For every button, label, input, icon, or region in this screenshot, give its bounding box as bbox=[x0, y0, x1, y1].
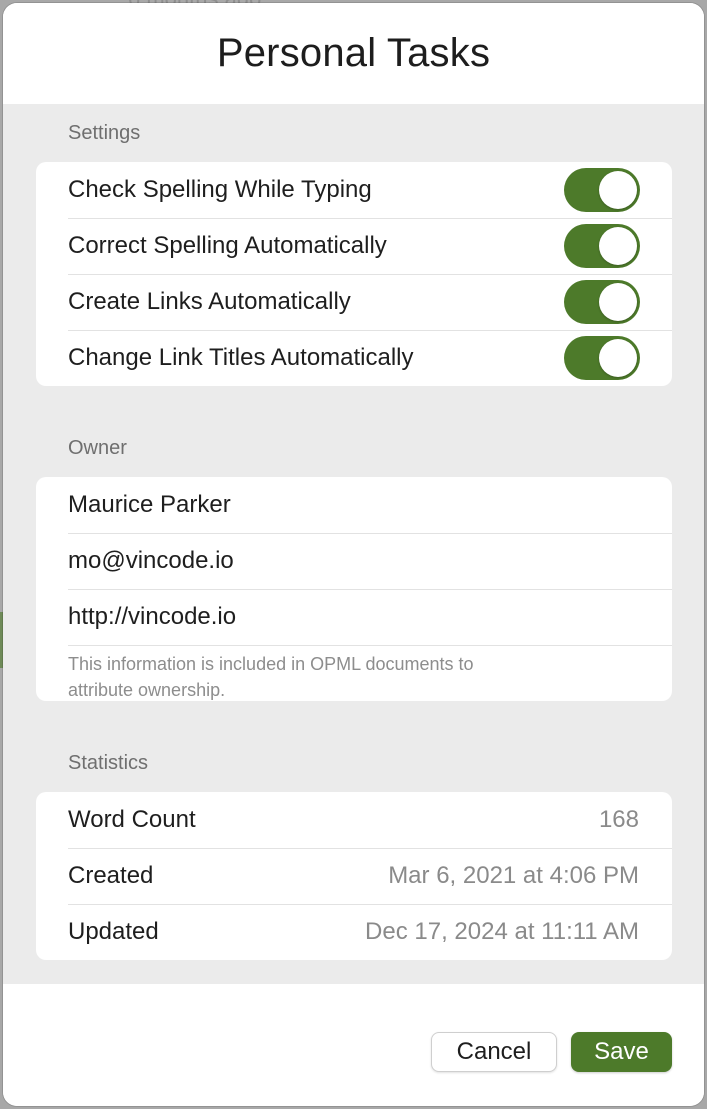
setting-row-change-link-titles: Change Link Titles Automatically bbox=[36, 330, 672, 386]
check-spelling-toggle[interactable] bbox=[564, 168, 640, 212]
owner-name-value: Maurice Parker bbox=[68, 491, 231, 518]
dialog-title: Personal Tasks bbox=[216, 31, 491, 75]
owner-header: Owner bbox=[68, 437, 127, 459]
create-links-toggle[interactable] bbox=[564, 280, 640, 324]
setting-label: Correct Spelling Automatically bbox=[68, 232, 387, 259]
owner-note: This information is included in OPML doc… bbox=[36, 645, 672, 701]
setting-label: Check Spelling While Typing bbox=[68, 176, 372, 203]
stat-label: Created bbox=[68, 862, 154, 889]
owner-note-line: This information is included in OPML doc… bbox=[68, 654, 474, 674]
owner-url-field[interactable]: http://vincode.io bbox=[36, 589, 672, 645]
setting-label: Create Links Automatically bbox=[68, 288, 351, 315]
setting-row-check-spelling: Check Spelling While Typing bbox=[36, 162, 672, 218]
settings-dialog: Personal Tasks Settings Check Spelling W… bbox=[3, 3, 704, 1106]
owner-note-line: attribute ownership. bbox=[68, 680, 226, 700]
stat-row-created: Created Mar 6, 2021 at 4:06 PM bbox=[36, 848, 672, 904]
owner-email-field[interactable]: mo@vincode.io bbox=[36, 533, 672, 589]
settings-group: Check Spelling While Typing Correct Spel… bbox=[36, 162, 672, 386]
stat-row-word-count: Word Count 168 bbox=[36, 792, 672, 848]
stat-value: Mar 6, 2021 at 4:06 PM bbox=[388, 862, 639, 889]
cancel-button[interactable]: Cancel bbox=[431, 1032, 557, 1072]
stat-value: Dec 17, 2024 at 11:11 AM bbox=[365, 918, 639, 945]
toggle-knob bbox=[599, 339, 637, 377]
setting-label: Change Link Titles Automatically bbox=[68, 344, 414, 371]
toggle-knob bbox=[599, 227, 637, 265]
dialog-footer: Cancel Save bbox=[3, 984, 704, 1106]
owner-group: Maurice Parker mo@vincode.io http://vinc… bbox=[36, 477, 672, 701]
owner-url-value: http://vincode.io bbox=[68, 603, 237, 630]
stat-label: Word Count bbox=[68, 806, 196, 833]
setting-row-create-links: Create Links Automatically bbox=[36, 274, 672, 330]
owner-email-value: mo@vincode.io bbox=[68, 547, 234, 574]
statistics-header: Statistics bbox=[68, 752, 149, 774]
setting-row-correct-spelling: Correct Spelling Automatically bbox=[36, 218, 672, 274]
owner-name-field[interactable]: Maurice Parker bbox=[36, 477, 672, 533]
settings-header: Settings bbox=[68, 122, 141, 144]
stat-value: 168 bbox=[598, 806, 639, 833]
change-link-titles-toggle[interactable] bbox=[564, 336, 640, 380]
correct-spelling-toggle[interactable] bbox=[564, 224, 640, 268]
save-button[interactable]: Save bbox=[571, 1032, 672, 1072]
stat-row-updated: Updated Dec 17, 2024 at 11:11 AM bbox=[36, 904, 672, 960]
statistics-group: Word Count 168 Created Mar 6, 2021 at 4:… bbox=[36, 792, 672, 960]
toggle-knob bbox=[599, 171, 637, 209]
stat-label: Updated bbox=[68, 918, 159, 945]
toggle-knob bbox=[599, 283, 637, 321]
dialog-content: Settings Check Spelling While Typing Cor… bbox=[3, 104, 704, 984]
dialog-title-bar: Personal Tasks bbox=[3, 3, 704, 104]
